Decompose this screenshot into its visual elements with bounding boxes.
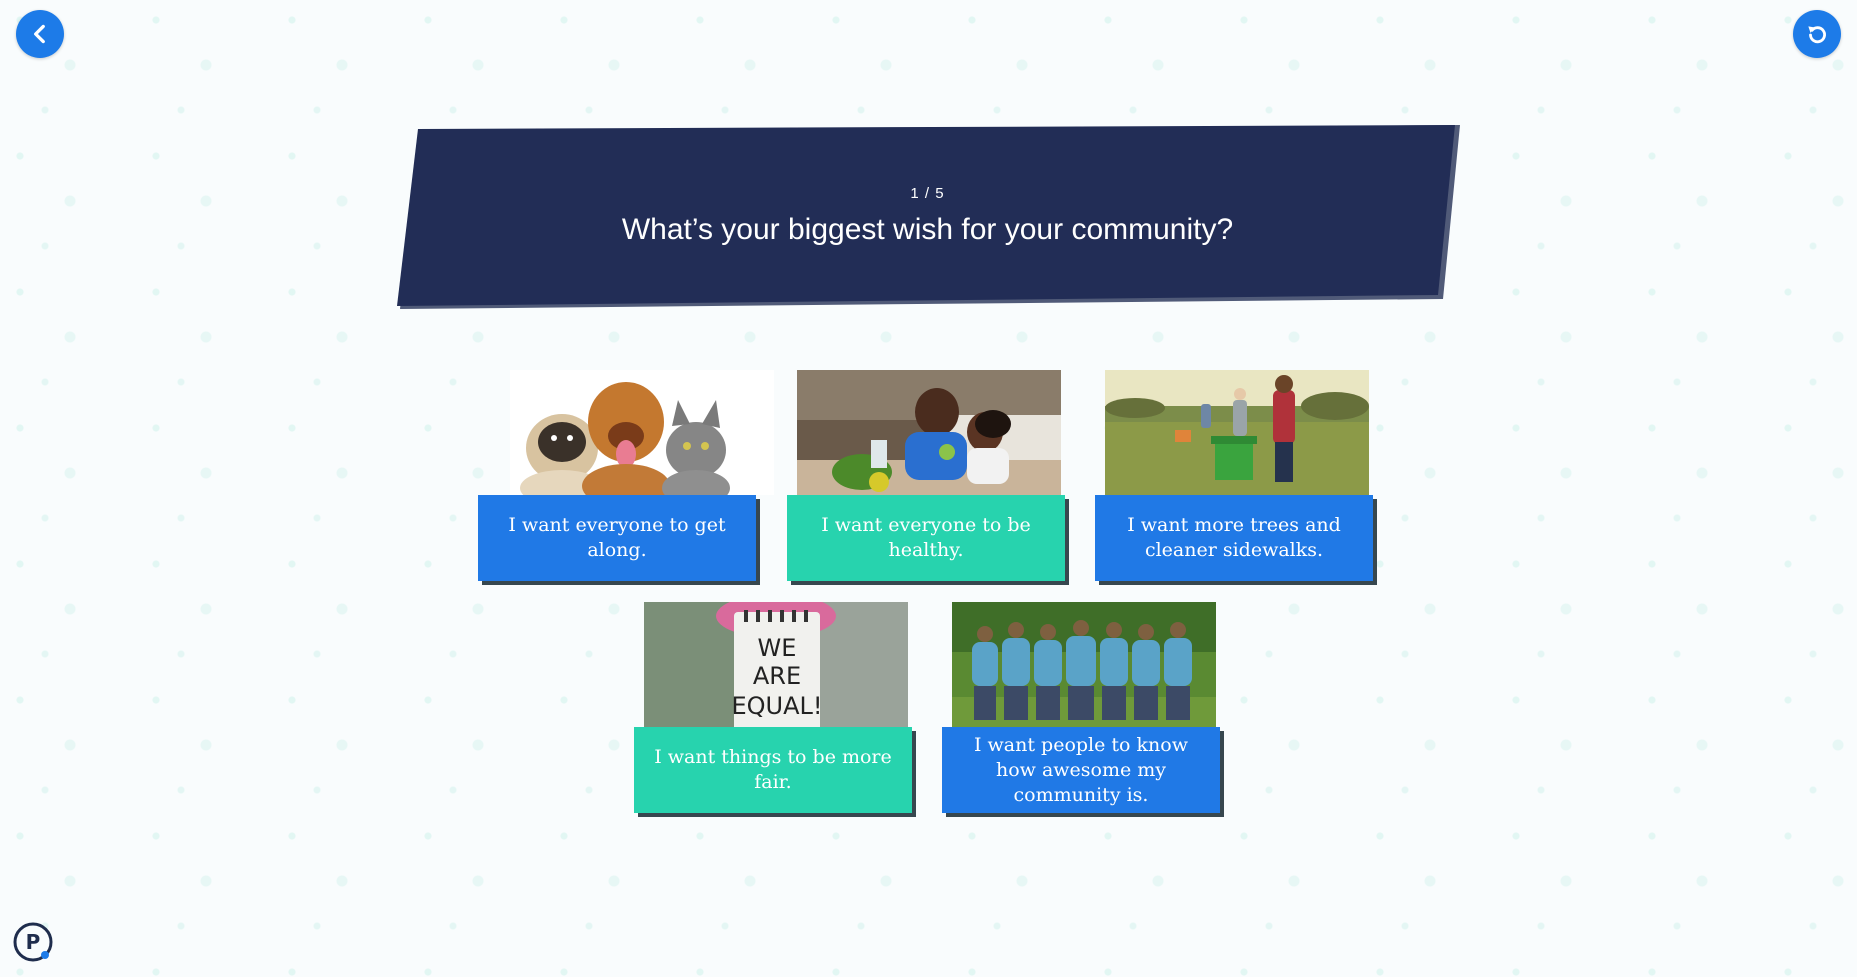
volunteers-image [952,602,1216,727]
equal-photo: WE ARE EQUAL! [644,602,908,727]
pets-photo [510,370,774,495]
answer-label: I want everyone to get along. [478,495,756,581]
svg-text:ARE: ARE [753,662,801,690]
question-title: What’s your biggest wish for your commun… [621,213,1234,246]
community-photo [952,602,1216,727]
answer-label: I want people to know how awesome my com… [942,727,1220,813]
back-button[interactable] [16,10,64,58]
equal-sign-image: WE ARE EQUAL! [644,602,908,727]
healthy-photo [797,370,1061,495]
chevron-left-icon [34,24,45,44]
svg-text:WE: WE [758,634,797,662]
trees-image [1105,370,1369,495]
trees-photo [1105,370,1369,495]
answer-label: I want more trees and cleaner sidewalks. [1095,495,1373,581]
svg-text:EQUAL!: EQUAL! [731,692,822,720]
pets-image [510,370,774,495]
restart-icon [1808,26,1826,44]
brand-logo-icon: P [13,922,53,962]
question-banner: 1 / 5 What’s your biggest wish for your … [395,125,1460,310]
question-progress: 1 / 5 [910,185,945,202]
healthy-image [797,370,1061,495]
restart-button[interactable] [1793,10,1841,58]
brand-logo: P [12,921,54,963]
answer-label: I want everyone to be healthy. [787,495,1065,581]
svg-text:P: P [26,930,41,954]
answer-label: I want things to be more fair. [634,727,912,813]
